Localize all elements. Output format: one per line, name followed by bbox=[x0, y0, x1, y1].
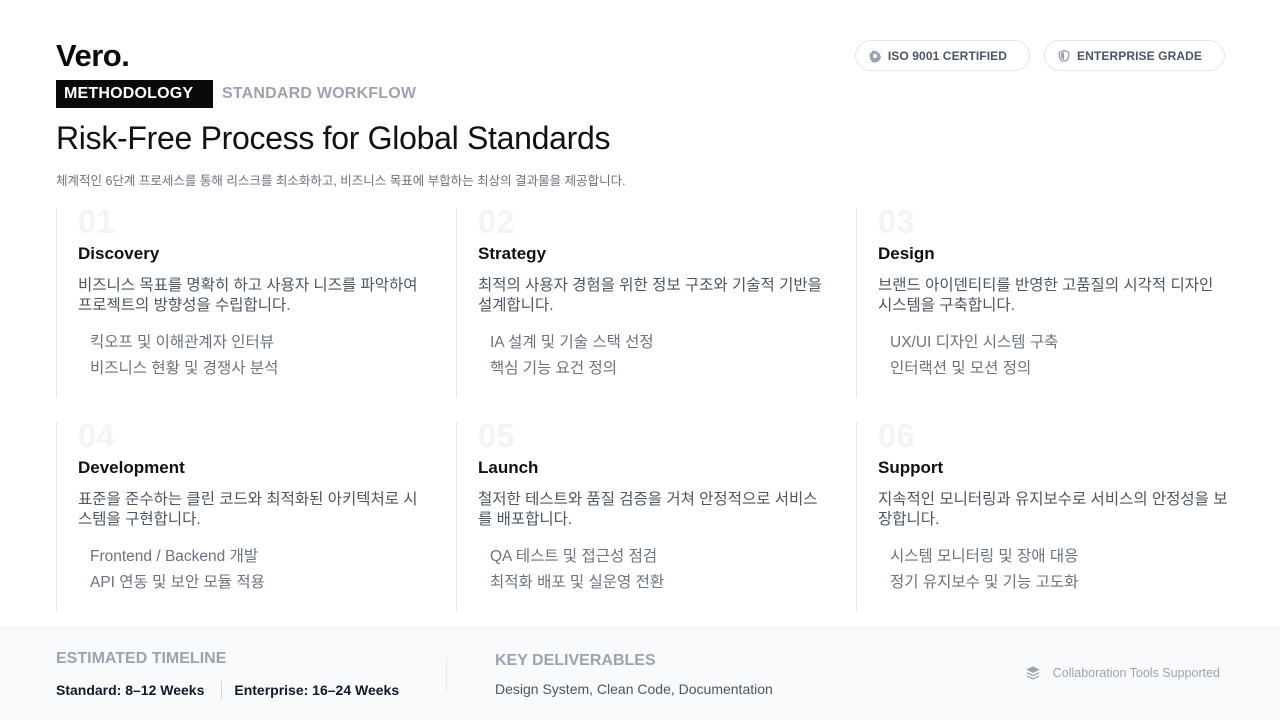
collaboration-text: Collaboration Tools Supported bbox=[1052, 666, 1220, 680]
collaboration-note: Collaboration Tools Supported bbox=[1025, 665, 1220, 681]
step-item: 시스템 모니터링 및 장애 대응 bbox=[890, 548, 1079, 565]
step-items: 시스템 모니터링 및 장애 대응 정기 유지보수 및 기능 고도화 bbox=[890, 544, 1078, 596]
step-number: 03 bbox=[878, 203, 915, 240]
enterprise-badge: ENTERPRISE GRADE bbox=[1044, 40, 1225, 71]
step-number: 05 bbox=[478, 417, 515, 454]
page-subtitle: 체계적인 6단계 프로세스를 통해 리스크를 최소화하고, 비즈니스 목표에 부… bbox=[56, 174, 626, 188]
step-title: Design bbox=[878, 244, 935, 263]
step-description: 최적의 사용자 경험을 위한 정보 구조와 기술적 기반을 설계합니다. bbox=[478, 277, 822, 314]
step-item: 킥오프 및 이해관계자 인터뷰 bbox=[90, 334, 275, 351]
gear-icon bbox=[868, 49, 882, 63]
step-item: 최적화 배포 및 실운영 전환 bbox=[490, 574, 665, 591]
step-items: IA 설계 및 기술 스택 선정 핵심 기능 요건 정의 bbox=[490, 330, 654, 382]
section-tags: METHODOLOGY STANDARD WORKFLOW bbox=[56, 80, 416, 108]
iso-badge: ISO 9001 CERTIFIED bbox=[854, 40, 1031, 71]
step-item: 인터랙션 및 모션 정의 bbox=[890, 360, 1032, 377]
step-title: Strategy bbox=[478, 244, 547, 263]
step-description: 브랜드 아이덴티티를 반영한 고품질의 시각적 디자인 시스템을 구축합니다. bbox=[878, 277, 1214, 314]
layers-icon bbox=[1025, 665, 1041, 681]
timeline-enterprise: Enterprise: 16–24 Weeks bbox=[234, 682, 400, 698]
step-number: 04 bbox=[78, 417, 115, 454]
deliverables-value: Design System, Clean Code, Documentation bbox=[495, 681, 773, 697]
enterprise-badge-label: ENTERPRISE GRADE bbox=[1077, 48, 1202, 63]
step-title: Development bbox=[78, 458, 185, 477]
step-description: 표준을 준수하는 클린 코드와 최적화된 아키텍처로 시스템을 구현합니다. bbox=[78, 491, 418, 528]
step-items: UX/UI 디자인 시스템 구축 인터랙션 및 모션 정의 bbox=[890, 330, 1058, 382]
workflow-tag: STANDARD WORKFLOW bbox=[222, 85, 417, 102]
shield-icon bbox=[1057, 49, 1071, 63]
iso-badge-label: ISO 9001 CERTIFIED bbox=[887, 48, 1008, 63]
timeline-standard: Standard: 8–12 Weeks bbox=[56, 682, 205, 698]
step-number: 06 bbox=[878, 417, 915, 454]
step-number: 02 bbox=[478, 203, 515, 240]
step-card: 01 Discovery 비즈니스 목표를 명확히 하고 사용자 니즈를 파악하… bbox=[56, 203, 456, 398]
step-card: 03 Design 브랜드 아이덴티티를 반영한 고품질의 시각적 디자인 시스… bbox=[856, 203, 1256, 398]
step-title: Launch bbox=[478, 458, 539, 477]
step-item: 핵심 기능 요건 정의 bbox=[490, 360, 617, 377]
certification-badges: ISO 9001 CERTIFIED ENTERPRISE GRADE bbox=[854, 40, 1225, 71]
page-title: Risk-Free Process for Global Standards bbox=[56, 120, 611, 156]
step-items: Frontend / Backend 개발 API 연동 및 보안 모듈 적용 bbox=[90, 544, 265, 596]
timeline-divider bbox=[221, 681, 223, 699]
step-title: Support bbox=[878, 458, 944, 477]
step-item: QA 테스트 및 접근성 점검 bbox=[490, 548, 658, 565]
step-items: 킥오프 및 이해관계자 인터뷰 비즈니스 현황 및 경쟁사 분석 bbox=[90, 330, 278, 382]
step-title: Discovery bbox=[78, 244, 160, 263]
step-item: UX/UI 디자인 시스템 구축 bbox=[890, 334, 1059, 351]
step-item: Frontend / Backend 개발 bbox=[90, 548, 259, 565]
step-description: 비즈니스 목표를 명확히 하고 사용자 니즈를 파악하여 프로젝트의 방향성을 … bbox=[78, 277, 418, 314]
deliverables-label: KEY DELIVERABLES bbox=[495, 652, 656, 669]
footer-divider bbox=[446, 658, 447, 691]
step-description: 철저한 테스트와 품질 검증을 거쳐 안정적으로 서비스를 배포합니다. bbox=[478, 491, 818, 528]
step-card: 02 Strategy 최적의 사용자 경험을 위한 정보 구조와 기술적 기반… bbox=[456, 203, 856, 398]
step-card: 04 Development 표준을 준수하는 클린 코드와 최적화된 아키텍처… bbox=[56, 417, 456, 612]
step-items: QA 테스트 및 접근성 점검 최적화 배포 및 실운영 전환 bbox=[490, 544, 664, 596]
timeline-label: ESTIMATED TIMELINE bbox=[56, 650, 227, 667]
brand-logo: Vero. bbox=[56, 38, 130, 73]
methodology-tag: METHODOLOGY bbox=[56, 80, 213, 108]
step-item: IA 설계 및 기술 스택 선정 bbox=[490, 334, 654, 351]
step-item: 비즈니스 현황 및 경쟁사 분석 bbox=[90, 360, 279, 377]
step-item: 정기 유지보수 및 기능 고도화 bbox=[890, 574, 1079, 591]
step-description: 지속적인 모니터링과 유지보수로 서비스의 안정성을 보장합니다. bbox=[878, 491, 1228, 528]
step-number: 01 bbox=[78, 203, 115, 240]
step-card: 05 Launch 철저한 테스트와 품질 검증을 거쳐 안정적으로 서비스를 … bbox=[456, 417, 856, 612]
summary-footer: ESTIMATED TIMELINE Standard: 8–12 Weeks … bbox=[0, 627, 1280, 720]
step-card: 06 Support 지속적인 모니터링과 유지보수로 서비스의 안정성을 보장… bbox=[856, 417, 1256, 612]
timeline-values: Standard: 8–12 Weeks Enterprise: 16–24 W… bbox=[56, 681, 399, 699]
step-item: API 연동 및 보안 모듈 적용 bbox=[90, 574, 265, 591]
